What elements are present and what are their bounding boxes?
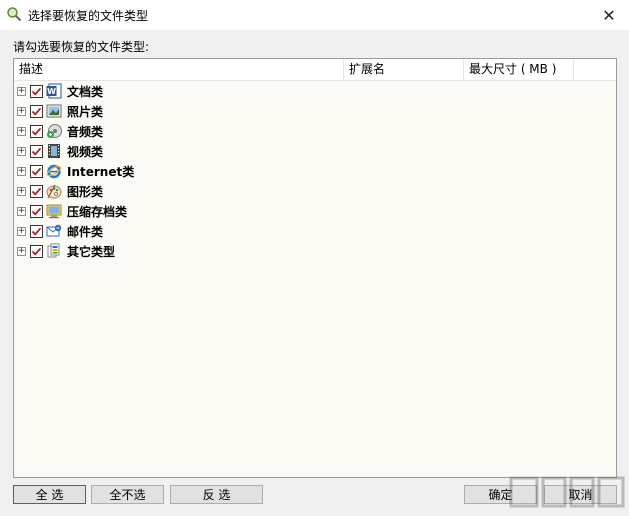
magnifier-app-icon	[7, 7, 22, 22]
select-none-button[interactable]: 全不选	[91, 485, 164, 504]
audio-icon	[46, 123, 62, 139]
tree-row-label: Internet类	[67, 164, 135, 179]
expand-plus-icon[interactable]: +	[17, 226, 26, 236]
expand-plus-icon[interactable]: +	[17, 186, 26, 196]
expand-plus-icon[interactable]: +	[17, 126, 26, 136]
invert-selection-button[interactable]: 反 选	[170, 485, 263, 504]
select-all-button[interactable]: 全 选	[13, 485, 86, 504]
word-document-icon: W	[46, 83, 62, 99]
internet-explorer-icon	[46, 163, 62, 179]
column-header-max-size[interactable]: 最大尺寸 ( MB )	[464, 59, 574, 81]
expand-plus-icon[interactable]: +	[17, 86, 26, 96]
list-header: 描述 扩展名 最大尺寸 ( MB )	[14, 59, 616, 81]
video-film-icon	[46, 143, 62, 159]
svg-text:W: W	[47, 87, 56, 96]
tree-row[interactable]: + 其它类型	[14, 241, 616, 261]
tree-row-label: 其它类型	[67, 244, 116, 259]
tree-row[interactable]: + Internet类	[14, 161, 616, 181]
tree-row-label: 邮件类	[67, 224, 104, 239]
graphics-palette-icon	[46, 183, 62, 199]
row-checkbox[interactable]	[30, 204, 43, 218]
window-title: 选择要恢复的文件类型	[28, 9, 149, 23]
file-type-tree-list[interactable]: 描述 扩展名 最大尺寸 ( MB ) + W 文档类 + 照片类 + 音频类 + 视频类 + Int…	[13, 58, 617, 478]
tree-row-label: 音频类	[67, 124, 104, 139]
tree-row-label: 文档类	[67, 84, 104, 99]
tree-row-label: 照片类	[67, 104, 104, 119]
watermark-logo	[509, 476, 625, 508]
column-header-description[interactable]: 描述	[14, 59, 344, 81]
expand-plus-icon[interactable]: +	[17, 206, 26, 216]
row-checkbox[interactable]	[30, 184, 43, 198]
archive-icon	[46, 203, 62, 219]
tree-row[interactable]: + 邮件类	[14, 221, 616, 241]
expand-plus-icon[interactable]: +	[17, 106, 26, 116]
tree-row[interactable]: + W 文档类	[14, 81, 616, 101]
column-header-extension[interactable]: 扩展名	[344, 59, 464, 81]
tree-row-label: 图形类	[67, 184, 104, 199]
instruction-label: 请勾选要恢复的文件类型:	[13, 40, 150, 54]
tree-row[interactable]: + 图形类	[14, 181, 616, 201]
other-files-icon	[46, 243, 62, 259]
tree-row-label: 视频类	[67, 144, 104, 159]
expand-plus-icon[interactable]: +	[17, 146, 26, 156]
title-bar: 选择要恢复的文件类型 ✕	[0, 0, 629, 30]
row-checkbox[interactable]	[30, 164, 43, 178]
photo-icon	[46, 103, 62, 119]
tree-row[interactable]: + 照片类	[14, 101, 616, 121]
row-checkbox[interactable]	[30, 84, 43, 98]
row-checkbox[interactable]	[30, 244, 43, 258]
tree-row-label: 压缩存档类	[67, 204, 128, 219]
row-checkbox[interactable]	[30, 124, 43, 138]
tree-row[interactable]: + 视频类	[14, 141, 616, 161]
tree-rows: + W 文档类 + 照片类 + 音频类 + 视频类 + Internet类 + 图形类 + 压缩存档类 + 邮件…	[14, 81, 616, 261]
tree-row[interactable]: + 音频类	[14, 121, 616, 141]
close-icon: ✕	[602, 5, 616, 25]
tree-row[interactable]: + 压缩存档类	[14, 201, 616, 221]
close-button[interactable]: ✕	[589, 0, 629, 30]
mail-icon	[46, 223, 62, 239]
expand-plus-icon[interactable]: +	[17, 166, 26, 176]
row-checkbox[interactable]	[30, 224, 43, 238]
row-checkbox[interactable]	[30, 104, 43, 118]
expand-plus-icon[interactable]: +	[17, 246, 26, 256]
row-checkbox[interactable]	[30, 144, 43, 158]
